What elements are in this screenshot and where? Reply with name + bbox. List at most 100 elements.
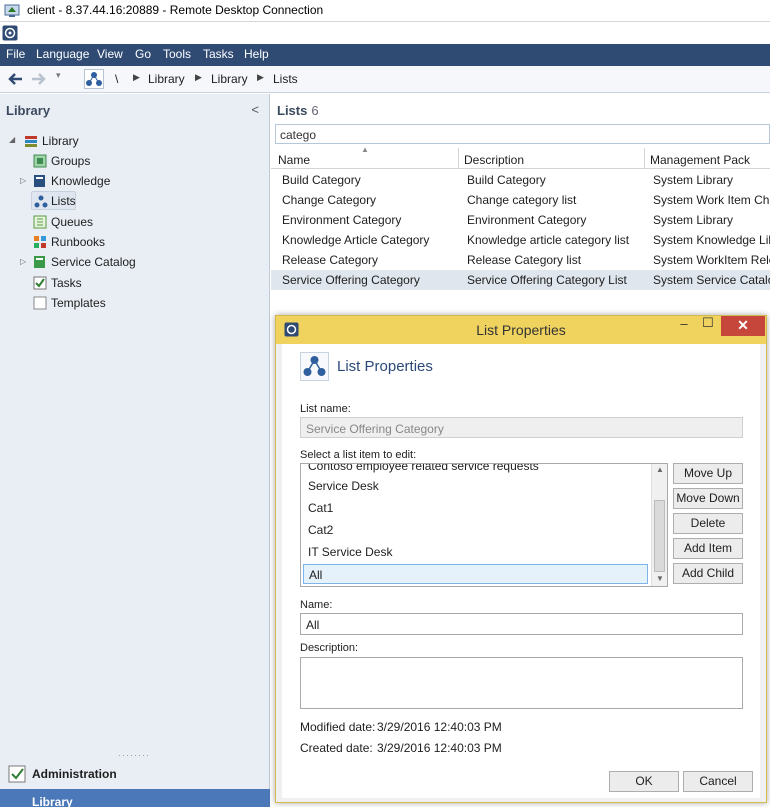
templates-icon [33, 296, 47, 310]
cell-name: Service Offering Category [282, 273, 420, 287]
filter-text: catego [280, 128, 317, 142]
navigation-bar: ▾ \ ▶ Library ▶ Library ▶ Lists [0, 66, 770, 93]
cell-management-pack: System Library [653, 213, 734, 227]
tree-item-knowledge[interactable]: Knowledge [33, 172, 153, 191]
maximize-button[interactable]: ☐ [698, 315, 718, 335]
breadcrumb-separator-icon[interactable]: ▶ [195, 72, 202, 83]
menu-view[interactable]: View [97, 47, 123, 61]
created-date-label: Created date: [300, 741, 373, 755]
list-item[interactable]: Contoso employee related service request… [303, 463, 648, 476]
move-down-button[interactable]: Move Down [673, 488, 743, 509]
column-header-name[interactable]: Name [278, 153, 310, 167]
tree-item-label: Library [42, 134, 79, 148]
close-button[interactable]: ✕ [721, 316, 765, 336]
runbooks-icon [33, 235, 47, 249]
breadcrumb-separator-icon[interactable]: ▶ [257, 72, 264, 83]
list-properties-icon [300, 352, 329, 381]
menu-file[interactable]: File [6, 47, 25, 61]
minimize-button[interactable]: – [674, 316, 694, 336]
forward-button[interactable] [28, 69, 50, 89]
back-button[interactable] [4, 69, 26, 89]
list-item[interactable]: Cat2 [303, 520, 648, 540]
table-row[interactable]: Knowledge Article Category Knowledge art… [271, 230, 770, 250]
scroll-down-icon[interactable]: ▼ [656, 574, 664, 583]
column-divider[interactable] [644, 148, 645, 169]
list-item[interactable]: Service Desk [303, 476, 648, 496]
list-item-selected[interactable]: All [303, 564, 648, 584]
cell-description: Service Offering Category List [467, 273, 627, 287]
add-item-button[interactable]: Add Item [673, 538, 743, 559]
lists-count: 6 [311, 103, 319, 118]
tree-item-library[interactable]: Library [24, 132, 144, 151]
menu-language[interactable]: Language [36, 47, 89, 61]
description-textarea[interactable] [300, 657, 743, 709]
cancel-button[interactable]: Cancel [683, 771, 753, 792]
list-item-label: Contoso employee related service request… [308, 463, 539, 473]
move-up-button[interactable]: Move Up [673, 463, 743, 484]
name-input[interactable]: All [300, 613, 743, 635]
table-row[interactable]: Environment Category Environment Categor… [271, 210, 770, 230]
listbox-scrollbar[interactable]: ▲ ▼ [651, 464, 667, 586]
console-app-icon[interactable] [2, 25, 18, 41]
breadcrumb-separator-icon[interactable]: ▶ [133, 72, 140, 83]
lists-icon [34, 194, 48, 208]
collapsed-icon[interactable]: ▷ [20, 176, 26, 185]
tree-item-label: Groups [51, 154, 91, 168]
cell-description: Release Category list [467, 253, 582, 267]
cell-management-pack: System Work Item Cha [653, 193, 770, 207]
menu-tasks[interactable]: Tasks [203, 47, 234, 61]
tree-item-groups[interactable]: Groups [33, 152, 153, 171]
menu-go[interactable]: Go [135, 47, 151, 61]
dialog-titlebar[interactable]: List Properties – ☐ ✕ [276, 315, 766, 344]
menu-tools[interactable]: Tools [163, 47, 191, 61]
tree-item-label: Service Catalog [51, 255, 136, 269]
breadcrumb-item-lists[interactable]: Lists [273, 72, 298, 86]
lists-location-icon [84, 69, 104, 89]
list-items-listbox[interactable]: Contoso employee related service request… [300, 463, 668, 587]
scrollbar-thumb[interactable] [654, 500, 665, 572]
cell-description: Environment Category [467, 213, 587, 227]
workspace-administration[interactable]: Administration [0, 763, 270, 785]
table-row-selected[interactable]: Service Offering Category Service Offeri… [271, 270, 770, 290]
tree-item-queues[interactable]: Queues [33, 213, 153, 232]
breadcrumb-item-library-2[interactable]: Library [211, 72, 248, 86]
list-item[interactable]: IT Service Desk [303, 542, 648, 562]
list-item[interactable]: Cat1 [303, 498, 648, 518]
list-item-label: Cat1 [308, 501, 334, 515]
column-header-management-pack[interactable]: Management Pack [650, 153, 750, 167]
tree-item-templates[interactable]: Templates [33, 294, 153, 313]
column-header-description[interactable]: Description [464, 153, 524, 167]
app-system-bar [0, 22, 770, 44]
cell-name: Change Category [282, 193, 377, 207]
ok-button[interactable]: OK [609, 771, 679, 792]
add-child-button[interactable]: Add Child [673, 563, 743, 584]
navigation-pane-title: Library [6, 103, 51, 118]
table-row[interactable]: Change Category Change category list Sys… [271, 190, 770, 210]
menu-help[interactable]: Help [244, 47, 269, 61]
pane-title-text: Lists [277, 103, 308, 118]
column-divider[interactable] [458, 148, 459, 169]
tree-item-tasks[interactable]: Tasks [33, 274, 153, 293]
rdp-app-icon[interactable] [4, 3, 20, 19]
expanded-icon[interactable]: ◢ [9, 135, 15, 144]
scroll-up-icon[interactable]: ▲ [656, 465, 664, 474]
table-row[interactable]: Build Category Build Category System Lib… [271, 170, 770, 190]
table-row[interactable]: Release Category Release Category list S… [271, 250, 770, 270]
list-item-label: Service Desk [308, 479, 379, 493]
tree-item-service-catalog[interactable]: Service Catalog [33, 253, 163, 272]
delete-button[interactable]: Delete [673, 513, 743, 534]
rdp-window-title: client - 8.37.44.16:20889 - Remote Deskt… [27, 3, 324, 17]
cell-management-pack: System Knowledge Libr [653, 233, 770, 247]
workspace-library[interactable]: Library [0, 789, 270, 807]
tree-item-runbooks[interactable]: Runbooks [33, 233, 153, 252]
collapsed-icon[interactable]: ▷ [20, 257, 26, 266]
history-dropdown-icon[interactable]: ▾ [56, 70, 61, 81]
modified-date-value: 3/29/2016 12:40:03 PM [377, 720, 502, 734]
filter-input[interactable]: catego [275, 124, 770, 144]
list-name-value: Service Offering Category [306, 422, 444, 436]
collapse-pane-icon[interactable]: < [251, 102, 259, 117]
breadcrumb-item-library[interactable]: Library [148, 72, 185, 86]
breadcrumb-root[interactable]: \ [115, 72, 118, 86]
knowledge-icon [33, 174, 47, 188]
tree-item-lists[interactable]: Lists [31, 191, 76, 210]
